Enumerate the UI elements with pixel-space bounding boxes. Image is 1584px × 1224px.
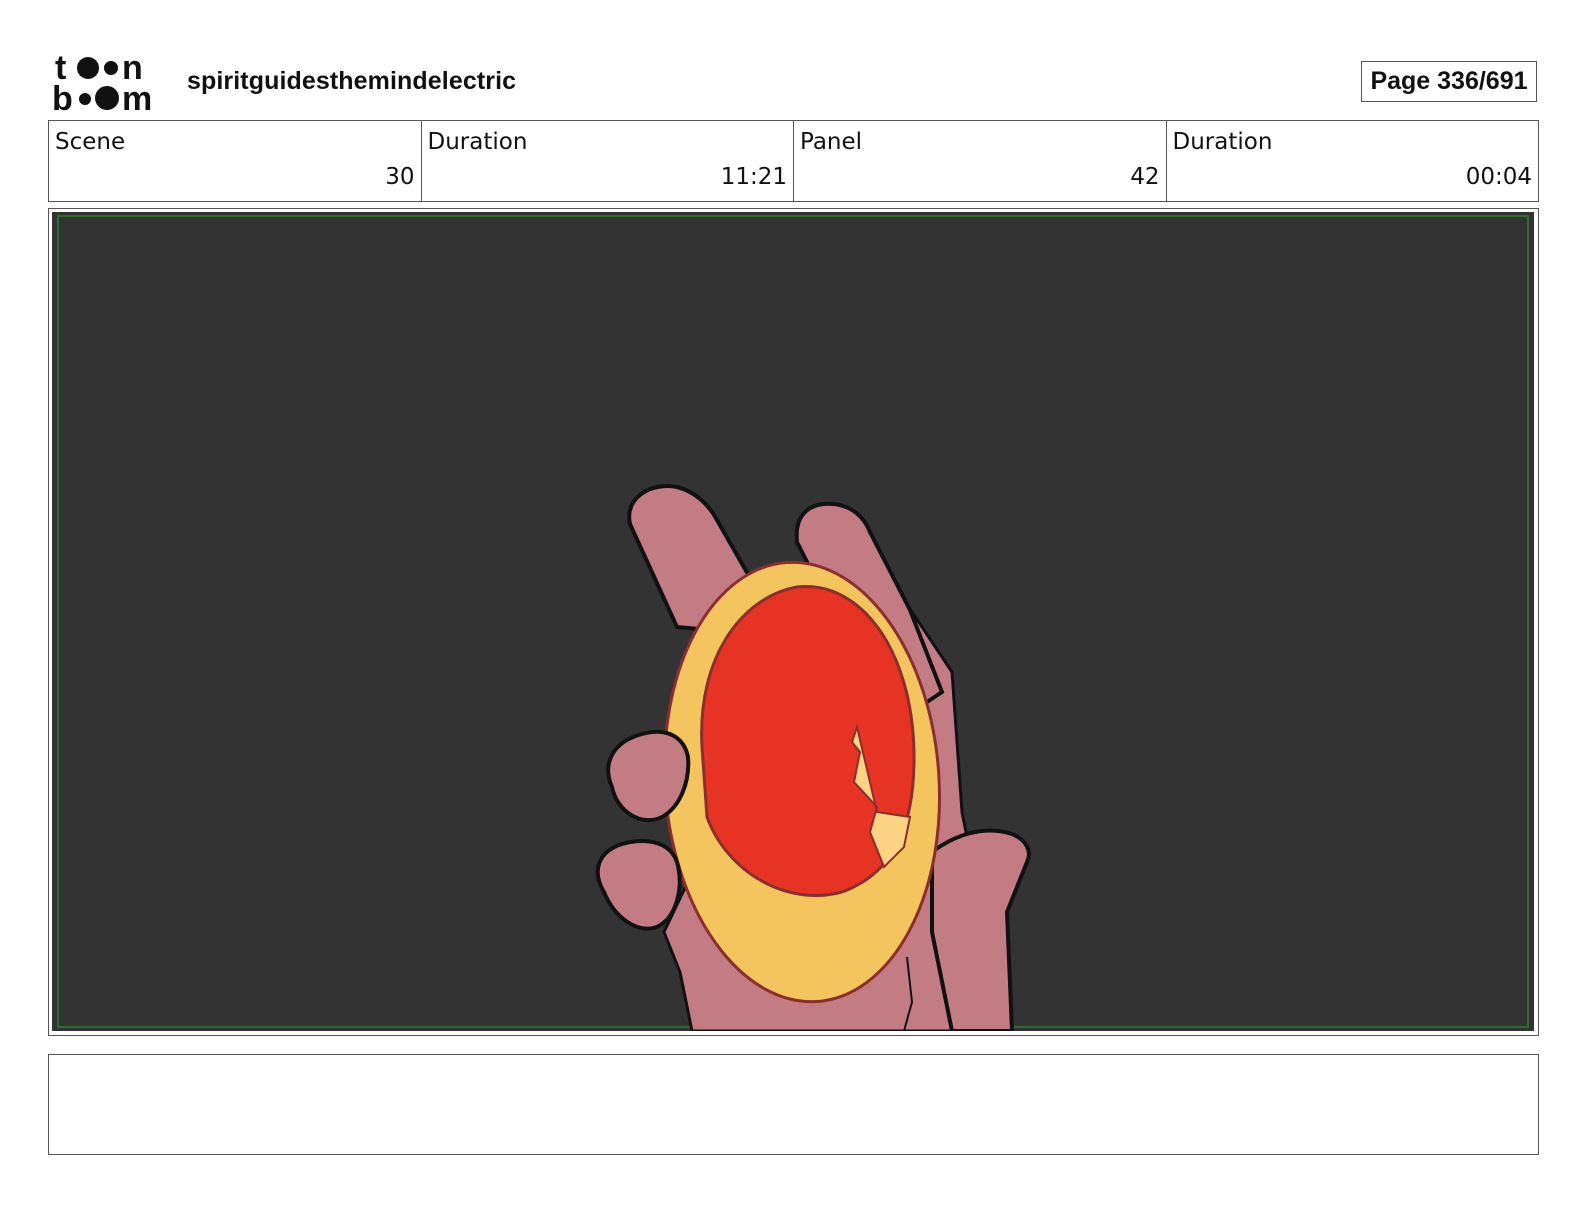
panel-duration-label: Duration: [1172, 129, 1273, 155]
panel-label: Panel: [800, 129, 863, 155]
panel-cell: Panel 42: [794, 121, 1167, 201]
project-title: spiritguidesthemindelectric: [187, 67, 517, 95]
toon-boom-logo: t n b m: [52, 50, 152, 112]
scene-duration-cell: Duration 11:21: [422, 121, 794, 201]
panel-duration-cell: Duration 00:04: [1167, 121, 1539, 201]
svg-text:b: b: [52, 80, 73, 112]
page-indicator: Page 336/691: [1361, 61, 1537, 102]
scene-duration-label: Duration: [427, 129, 528, 155]
scene-duration-value: 11:21: [720, 164, 787, 190]
panel-duration-value: 00:04: [1465, 164, 1532, 190]
hand-holding-egg-illustration: [52, 212, 1534, 1031]
panel-value: 42: [1130, 164, 1160, 190]
scene-cell: Scene 30: [49, 121, 422, 201]
panel-info-table: Scene 30 Duration 11:21 Panel 42 Duratio…: [48, 120, 1539, 202]
panel-notes-box: [48, 1054, 1539, 1155]
panel-frame: [48, 208, 1539, 1036]
svg-text:m: m: [122, 80, 152, 112]
scene-label: Scene: [55, 129, 126, 155]
scene-value: 30: [385, 164, 415, 190]
